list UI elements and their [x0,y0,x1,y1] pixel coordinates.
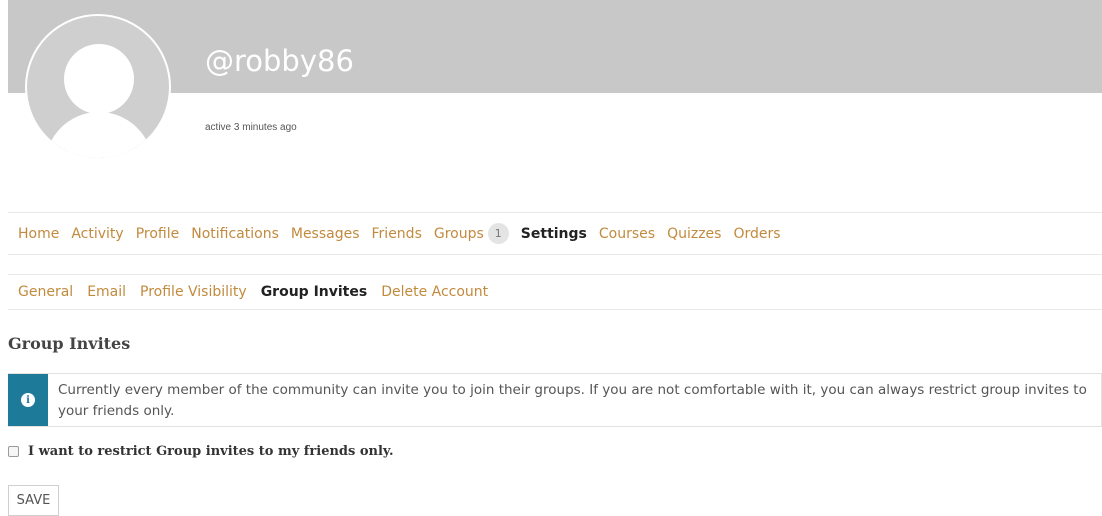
info-icon: i [21,393,35,407]
nav-item-label: Friends [371,225,422,242]
nav-item-label: Messages [290,225,360,242]
activity-status: active 3 minutes ago [205,122,297,133]
nav-item-home[interactable]: Home [18,226,59,242]
nav-item-label: Home [18,225,60,242]
settings-subnav: General Email Profile Visibility Group I… [8,274,1102,310]
nav-item-notifications[interactable]: Notifications [191,226,279,242]
subnav-item-group-invites[interactable]: Group Invites [261,284,368,300]
nav-item-activity[interactable]: Activity [71,226,123,242]
notice-text: Currently every member of the community … [58,382,1087,419]
subnav-item-delete-account[interactable]: Delete Account [381,284,488,300]
main-nav: Home Activity Profile Notifications Mess… [8,212,1102,255]
nav-item-label: Quizzes [667,225,722,242]
nav-item-label: Activity [71,225,124,242]
section-title: Group Invites [8,334,131,353]
nav-item-orders[interactable]: Orders [733,226,780,242]
subnav-item-profile-visibility[interactable]: Profile Visibility [140,284,247,300]
nav-item-courses[interactable]: Courses [599,226,655,242]
nav-item-settings[interactable]: Settings [521,226,587,242]
avatar-head [64,44,134,114]
nav-item-quizzes[interactable]: Quizzes [667,226,721,242]
nav-item-label: Groups [433,225,484,242]
restrict-invites-option[interactable]: I want to restrict Group invites to my f… [8,444,394,459]
nav-item-friends[interactable]: Friends [372,226,422,242]
nav-item-label: Notifications [191,225,279,242]
subnav-item-email[interactable]: Email [87,284,126,300]
nav-item-groups[interactable]: Groups 1 [434,223,509,244]
nav-item-label: Settings [520,225,587,242]
save-button[interactable]: SAVE [8,485,59,516]
info-notice: i Currently every member of the communit… [8,373,1102,427]
avatar[interactable] [25,14,171,160]
avatar-shoulders [45,112,153,158]
notice-icon-box: i [8,374,48,426]
nav-item-profile[interactable]: Profile [136,226,180,242]
username: @robby86 [205,44,354,78]
nav-item-label: Profile [135,225,180,242]
nav-item-label: Courses [598,225,656,242]
restrict-invites-label: I want to restrict Group invites to my f… [28,444,394,459]
subnav-item-general[interactable]: General [18,284,73,300]
nav-item-label: Orders [733,225,781,242]
groups-count-badge: 1 [487,223,509,244]
restrict-invites-checkbox[interactable] [8,446,19,457]
profile-cover [8,0,1102,93]
nav-item-messages[interactable]: Messages [291,226,360,242]
